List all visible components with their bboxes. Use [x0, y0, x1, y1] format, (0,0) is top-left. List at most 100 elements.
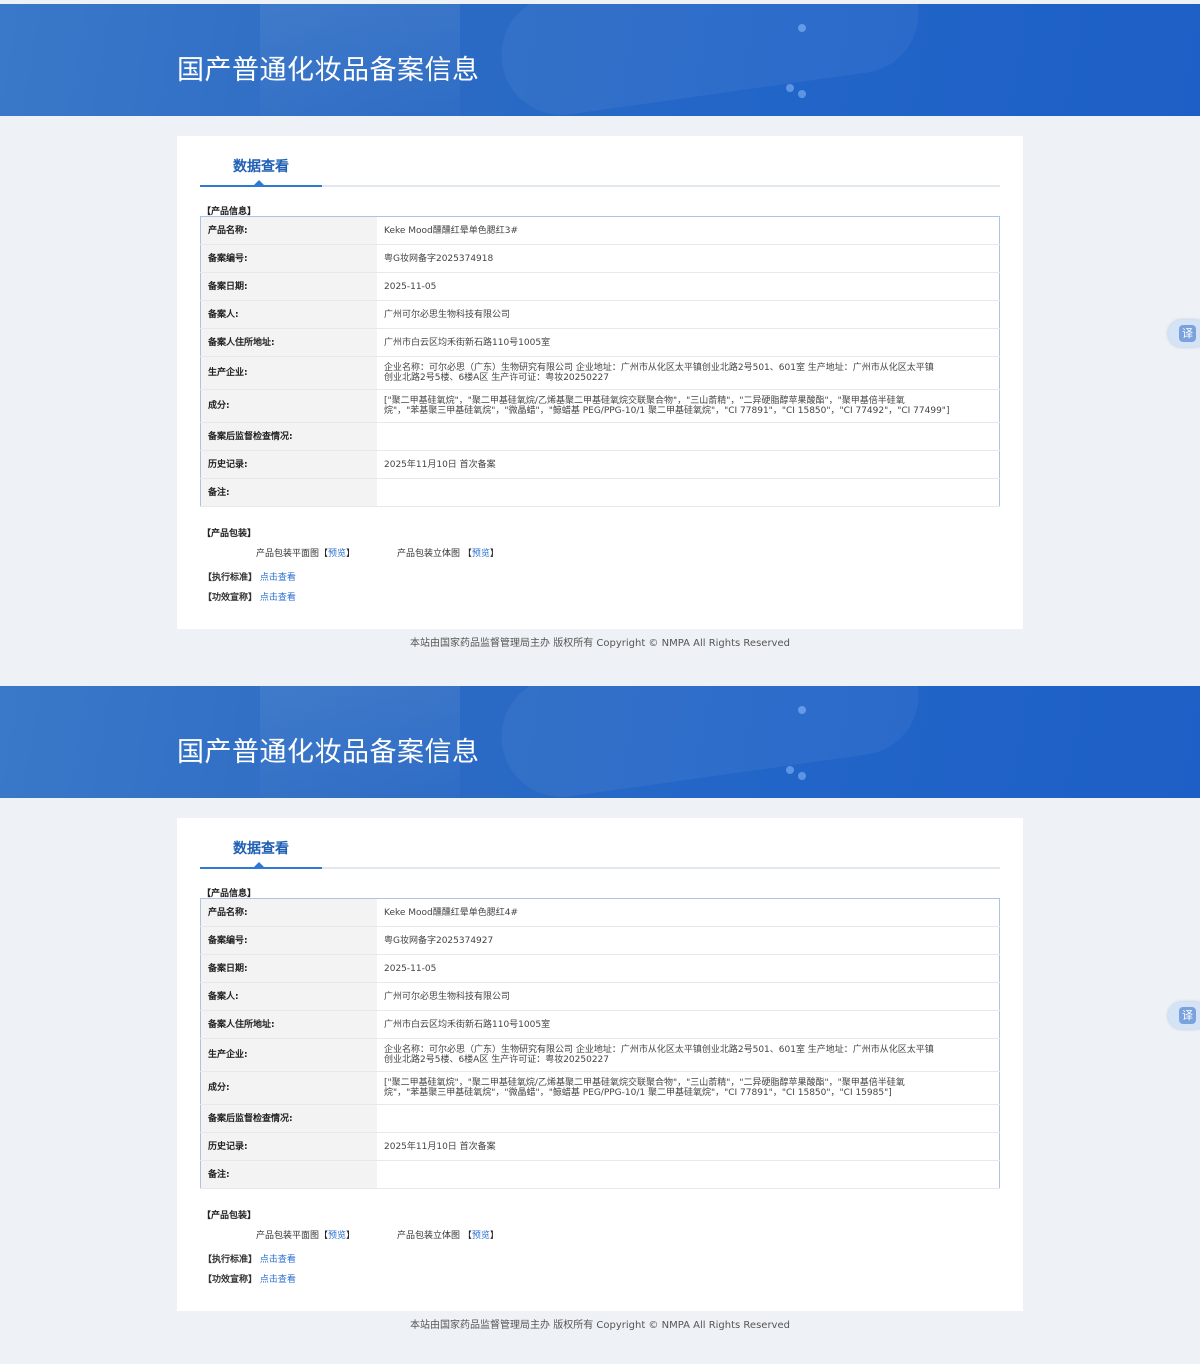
row-label: 备案日期: — [200, 272, 377, 301]
row-label: 备案后监督检查情况: — [200, 1104, 377, 1133]
standard-view-link[interactable]: 点击查看 — [260, 573, 296, 583]
bracket-open: 【 — [462, 549, 472, 559]
row-label: 备案编号: — [200, 244, 377, 273]
pkg-3d-row: 产品包装立体图 【预览】 — [397, 546, 499, 559]
decor-dot — [786, 766, 794, 774]
row-value — [377, 1160, 1000, 1189]
row-label: 生产企业: — [200, 356, 377, 390]
row-value: 企业名称：可尔必思（广东）生物研究有限公司 企业地址：广州市从化区太平镇创业北路… — [377, 1038, 1000, 1072]
table-row: 成分: ["聚二甲基硅氧烷"，"聚二甲基硅氧烷/乙烯基聚二甲基硅氧烷交联聚合物"… — [200, 1071, 1000, 1105]
table-row: 备案后监督检查情况: — [200, 1104, 1000, 1133]
footer-copyright: 本站由国家药品监督管理局主办 版权所有 Copyright © NMPA All… — [410, 638, 790, 649]
tab-active-caret — [254, 180, 264, 185]
bracket-open: 【 — [319, 1231, 329, 1241]
tab-active-caret — [254, 862, 264, 867]
value-line: ["聚二甲基硅氧烷"，"聚二甲基硅氧烷/乙烯基聚二甲基硅氧烷交联聚合物"，"三山… — [384, 396, 905, 406]
value-line: 创业北路2号5楼、6楼A区 生产许可证：粤妆20250227 — [384, 373, 610, 383]
row-value — [377, 478, 1000, 507]
table-row: 备案人住所地址: 广州市白云区均禾街新石路110号1005室 — [200, 1010, 1000, 1039]
pkg-flat-label: 产品包装平面图 — [256, 549, 320, 559]
table-row: 备注: — [200, 478, 1000, 507]
row-label: 生产企业: — [200, 1038, 377, 1072]
pkg-3d-label: 产品包装立体图 — [397, 549, 461, 559]
row-label: 成分: — [200, 389, 377, 423]
table-row: 备案人: 广州可尔必思生物科技有限公司 — [200, 300, 1000, 329]
pkg-flat-row: 产品包装平面图【预览】 — [256, 1228, 355, 1241]
table-row: 备案人住所地址: 广州市白云区均禾街新石路110号1005室 — [200, 328, 1000, 357]
translate-button[interactable]: 译 — [1168, 320, 1200, 347]
table-row: 备案后监督检查情况: — [200, 422, 1000, 451]
row-label: 备案编号: — [200, 926, 377, 955]
bracket-close: 】 — [489, 1231, 499, 1241]
value-line: 企业名称：可尔必思（广东）生物研究有限公司 企业地址：广州市从化区太平镇创业北路… — [384, 363, 934, 373]
tab-bar: 数据查看 — [200, 818, 1000, 869]
row-value: 粤G妆网备字2025374927 — [377, 926, 1000, 955]
page-title: 国产普通化妆品备案信息 — [177, 55, 480, 86]
bracket-open: 【 — [462, 1231, 472, 1241]
value-line: 烷"，"苯基聚三甲基硅氧烷"，"微晶蜡"，"鲸蜡基 PEG/PPG-10/1 聚… — [384, 406, 950, 416]
row-value: ["聚二甲基硅氧烷"，"聚二甲基硅氧烷/乙烯基聚二甲基硅氧烷交联聚合物"，"三山… — [377, 1071, 1000, 1105]
bracket-close: 】 — [346, 1231, 356, 1241]
translate-icon: 译 — [1179, 1007, 1196, 1024]
page-title: 国产普通化妆品备案信息 — [177, 737, 480, 768]
preview-flat-link[interactable]: 预览 — [328, 549, 346, 559]
preview-3d-link[interactable]: 预览 — [472, 549, 490, 559]
row-value: 2025-11-05 — [377, 272, 1000, 301]
claim-view-link[interactable]: 点击查看 — [260, 1275, 296, 1285]
tab-label: 数据查看 — [233, 159, 289, 175]
bracket-close: 】 — [346, 549, 356, 559]
tab-bar: 数据查看 — [200, 136, 1000, 187]
decor-dot — [786, 84, 794, 92]
preview-flat-link[interactable]: 预览 — [328, 1231, 346, 1241]
table-row: 成分: ["聚二甲基硅氧烷"，"聚二甲基硅氧烷/乙烯基聚二甲基硅氧烷交联聚合物"… — [200, 389, 1000, 423]
section-packaging: 【产品包装】 — [202, 1211, 257, 1221]
table-row: 产品名称: Keke Mood醺醺红晕单色腮红4# — [200, 898, 1000, 927]
pkg-flat-label: 产品包装平面图 — [256, 1231, 320, 1241]
decor-dot — [798, 772, 806, 780]
value-line: 烷"，"苯基聚三甲基硅氧烷"，"微晶蜡"，"鲸蜡基 PEG/PPG-10/1 聚… — [384, 1088, 892, 1098]
row-value: 广州可尔必思生物科技有限公司 — [377, 300, 1000, 329]
row-label: 成分: — [200, 1071, 377, 1105]
section-packaging: 【产品包装】 — [202, 529, 257, 539]
translate-icon: 译 — [1179, 325, 1196, 342]
standard-row: 【执行标准】 点击查看 — [203, 1252, 296, 1265]
table-row: 生产企业: 企业名称：可尔必思（广东）生物研究有限公司 企业地址：广州市从化区太… — [200, 356, 1000, 390]
table-row: 历史记录: 2025年11月10日 首次备案 — [200, 1132, 1000, 1161]
row-label: 备注: — [200, 1160, 377, 1189]
value-line: 企业名称：可尔必思（广东）生物研究有限公司 企业地址：广州市从化区太平镇创业北路… — [384, 1045, 934, 1055]
standard-row: 【执行标准】 点击查看 — [203, 570, 296, 583]
row-value: Keke Mood醺醺红晕单色腮红3# — [377, 216, 1000, 245]
row-label: 历史记录: — [200, 450, 377, 479]
row-value: Keke Mood醺醺红晕单色腮红4# — [377, 898, 1000, 927]
table-row: 历史记录: 2025年11月10日 首次备案 — [200, 450, 1000, 479]
row-value — [377, 422, 1000, 451]
decor-dot — [798, 24, 806, 32]
preview-3d-link[interactable]: 预览 — [472, 1231, 490, 1241]
product-info-table: 产品名称: Keke Mood醺醺红晕单色腮红3# 备案编号: 粤G妆网备字20… — [200, 216, 1000, 507]
claim-row: 【功效宣称】 点击查看 — [203, 1272, 296, 1285]
tab-data-view[interactable]: 数据查看 — [200, 156, 322, 187]
row-label: 产品名称: — [200, 898, 377, 927]
standard-view-link[interactable]: 点击查看 — [260, 1255, 296, 1265]
product-info-table: 产品名称: Keke Mood醺醺红晕单色腮红4# 备案编号: 粤G妆网备字20… — [200, 898, 1000, 1189]
record-page-1: 国产普通化妆品备案信息 数据查看 【产品信息】 产品名称: Keke Mood醺… — [0, 0, 1200, 682]
claim-label: 【功效宣称】 — [203, 1275, 258, 1285]
row-label: 历史记录: — [200, 1132, 377, 1161]
bracket-open: 【 — [319, 549, 329, 559]
translate-button[interactable]: 译 — [1168, 1002, 1200, 1029]
pkg-flat-row: 产品包装平面图【预览】 — [256, 546, 355, 559]
standard-label: 【执行标准】 — [203, 573, 258, 583]
tab-data-view[interactable]: 数据查看 — [200, 838, 322, 869]
bracket-close: 】 — [489, 549, 499, 559]
row-value: 2025年11月10日 首次备案 — [377, 1132, 1000, 1161]
pkg-3d-label: 产品包装立体图 — [397, 1231, 461, 1241]
table-row: 备案人: 广州可尔必思生物科技有限公司 — [200, 982, 1000, 1011]
claim-view-link[interactable]: 点击查看 — [260, 593, 296, 603]
row-label: 备案人: — [200, 982, 377, 1011]
header-banner: 国产普通化妆品备案信息 — [0, 4, 1200, 116]
claim-row: 【功效宣称】 点击查看 — [203, 590, 296, 603]
table-row: 备案日期: 2025-11-05 — [200, 272, 1000, 301]
row-label: 产品名称: — [200, 216, 377, 245]
record-page-2: 国产普通化妆品备案信息 数据查看 【产品信息】 产品名称: Keke Mood醺… — [0, 682, 1200, 1364]
row-value: 广州市白云区均禾街新石路110号1005室 — [377, 1010, 1000, 1039]
